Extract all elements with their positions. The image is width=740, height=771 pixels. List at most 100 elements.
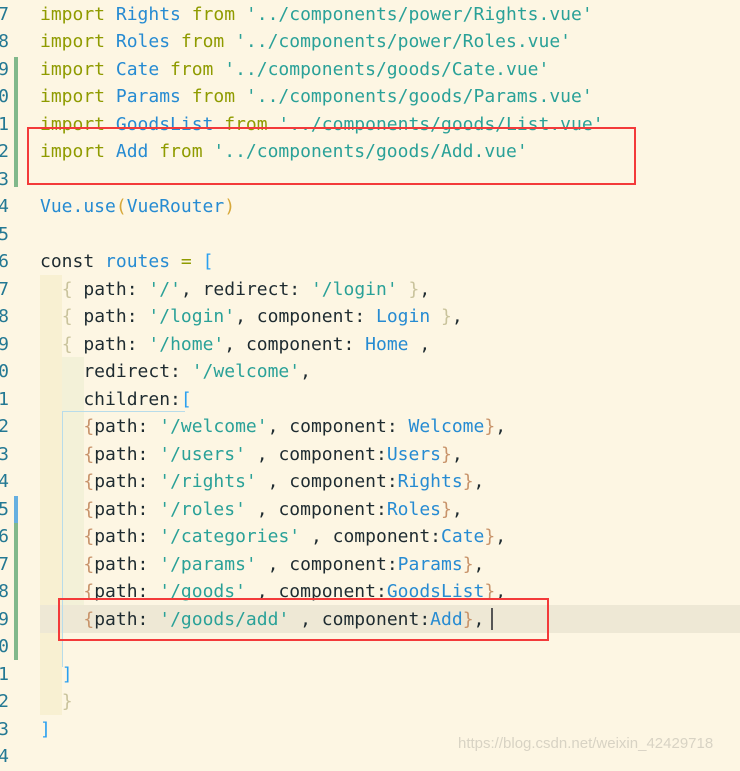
code-token: '/home' [148,333,225,355]
code-line[interactable]: 0 redirect: '/welcome', [0,358,740,386]
line-number: 7 [0,3,9,25]
code-token: from [191,86,246,107]
watermark: https://blog.csdn.net/weixin_42429718 [458,735,714,752]
code-token: Params [115,86,192,107]
code-token: '/users' [159,443,246,465]
highlight-box-route [58,598,549,641]
code-text: {path: '/categories' , component:Cate}, [40,523,506,551]
code-line[interactable]: 6 {path: '/categories' , component:Cate}… [0,523,740,551]
code-line[interactable]: 1 ] [0,661,740,689]
code-editor[interactable]: 7 import Rights from '../components/power… [0,0,740,767]
code-token: , [300,361,311,382]
line-number: 0 [0,86,9,107]
code-token: , [473,471,485,492]
line-number: 2 [0,416,9,437]
code-token: { [83,553,95,575]
code-token: } [462,553,474,575]
code-line[interactable]: 7 { path: '/', redirect: '/login' }, [0,276,740,304]
code-line[interactable]: 5 [0,221,740,249]
code-text: ] [40,661,73,689]
code-token: } [462,471,474,492]
code-token: Users [386,443,442,465]
code-line[interactable]: 8 { path: '/login', component: Login }, [0,303,740,331]
code-token: '/rights' [159,471,257,492]
code-token: , component: [267,416,409,437]
code-text: {path: '/welcome', component: Welcome}, [40,413,506,441]
code-token: Cate [441,526,485,547]
code-line[interactable]: 3 {path: '/users' , component:Users}, [0,441,740,469]
line-number: 2 [0,691,9,712]
code-token: { [61,278,84,300]
line-number: 3 [0,443,9,465]
code-token: , [408,333,431,355]
line-number: 7 [0,553,9,575]
code-token: { [83,526,95,547]
code-token: const [40,251,106,272]
highlight-box-import [27,127,636,185]
line-number: 0 [0,636,9,657]
code-token: , component: [235,306,376,327]
line-number: 8 [0,306,9,327]
line-number: 2 [0,141,9,162]
code-token: , component: [245,443,387,465]
code-token: path: [83,333,149,355]
line-number: 6 [0,251,9,272]
line-number: 5 [0,223,9,245]
code-token: import [40,86,116,107]
code-line[interactable]: 5 {path: '/roles' , component:Roles}, [0,496,740,524]
code-line[interactable]: 9 { path: '/home', component: Home , [0,331,740,359]
code-text: import Roles from '../components/power/R… [40,28,571,56]
code-token: ] [61,663,73,685]
code-token: { [83,443,95,465]
code-token: '/roles' [159,498,246,520]
code-line[interactable]: 7 {path: '/params' , component:Params}, [0,551,740,579]
line-number: 6 [0,526,9,547]
code-line[interactable]: 4 {path: '/rights' , component:Rights}, [0,468,740,496]
code-line[interactable]: 9 import Cate from '../components/goods/C… [0,56,740,84]
code-text: import Rights from '../components/power/… [40,1,593,29]
code-token: path: [83,278,149,300]
code-token: import [40,58,116,80]
line-number: 1 [0,388,9,410]
code-text: redirect: '/welcome', [40,358,311,386]
code-line[interactable]: 8 import Roles from '../components/power/… [0,28,740,56]
code-text: {path: '/params' , component:Params}, [40,551,484,579]
code-token: import [40,3,116,25]
code-token: path: [94,471,160,492]
code-text: const routes = [ [40,248,213,276]
code-token: Rights [115,3,192,25]
code-token: [ [180,388,192,410]
code-text: { path: '/login', component: Login }, [40,303,463,331]
code-token: } [441,443,452,465]
line-number: 9 [0,333,9,355]
code-token: } [61,691,73,712]
code-line[interactable]: 2 {path: '/welcome', component: Welcome}… [0,413,740,441]
code-token: = [180,251,203,272]
code-token: , [495,526,507,547]
code-token: children: [40,388,181,410]
code-text: children:[ [40,386,192,414]
line-number: 8 [0,31,9,52]
code-token: Cate [115,58,171,80]
code-line[interactable]: 2 } [0,688,740,716]
code-text: import Params from '../components/goods/… [40,83,593,111]
code-line[interactable]: 7 import Rights from '../components/power… [0,1,740,29]
code-token: , [473,553,485,575]
code-line[interactable]: 0 import Params from '../components/goods… [0,83,740,111]
code-line[interactable]: 1 children:[ [0,386,740,414]
code-token: path: [83,306,149,327]
code-token: } [408,278,420,300]
code-token: , [451,443,463,465]
code-text: { path: '/home', component: Home , [40,331,431,359]
code-line[interactable]: 6 const routes = [ [0,248,740,276]
code-text: ] [40,716,51,744]
code-token: Vue.use [40,196,116,217]
code-line[interactable]: 4 Vue.use(VueRouter) [0,193,740,221]
code-text: Vue.use(VueRouter) [40,193,235,221]
code-token: path: [94,498,160,520]
code-token: path: [94,443,160,465]
code-token: Rights [397,471,463,492]
